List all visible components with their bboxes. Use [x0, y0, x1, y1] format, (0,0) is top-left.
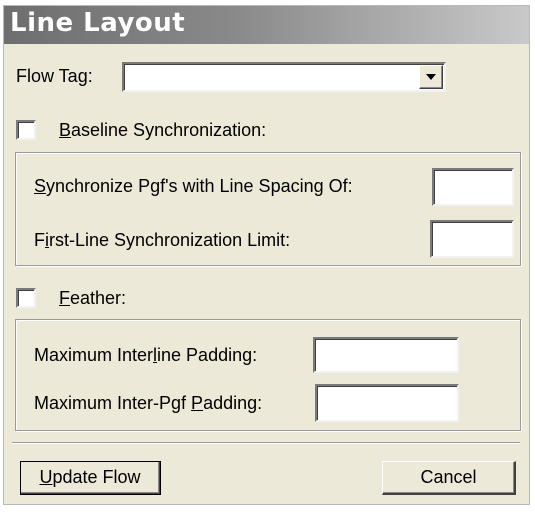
- inter-pgf-padding-input[interactable]: [315, 384, 459, 422]
- flow-tag-dropdown[interactable]: [122, 62, 446, 92]
- inter-pgf-padding-label: Maximum Inter-Pgf Padding:: [34, 393, 263, 413]
- line-layout-dialog: Line Layout Flow Tag: Baseline Synchroni…: [3, 5, 530, 505]
- chevron-down-icon: [426, 74, 436, 80]
- baseline-sync-checkbox[interactable]: [16, 120, 36, 140]
- feather-checkbox[interactable]: [16, 288, 36, 308]
- baseline-sync-label[interactable]: Baseline Synchronization:: [59, 120, 266, 141]
- flow-tag-label: Flow Tag:: [16, 66, 93, 86]
- interline-padding-input[interactable]: [313, 337, 459, 373]
- update-flow-button[interactable]: Update Flow: [20, 461, 161, 495]
- feather-label[interactable]: Feather:: [59, 288, 126, 309]
- baseline-sync-group: Synchronize Pgf's with Line Spacing Of: …: [15, 152, 521, 266]
- sync-spacing-input[interactable]: [432, 168, 514, 206]
- first-line-limit-label: First-Line Synchronization Limit:: [34, 230, 291, 250]
- first-line-limit-input[interactable]: [430, 220, 514, 258]
- sync-spacing-label: Synchronize Pgf's with Line Spacing Of:: [34, 176, 353, 196]
- dialog-title: Line Layout: [10, 8, 186, 38]
- dropdown-arrow-button[interactable]: [419, 65, 443, 89]
- interline-padding-label: Maximum Interline Padding:: [34, 345, 258, 365]
- button-separator: [12, 442, 520, 444]
- cancel-button[interactable]: Cancel: [382, 461, 516, 495]
- feather-group: Maximum Interline Padding: Maximum Inter…: [15, 319, 521, 431]
- title-bar: Line Layout: [4, 6, 529, 44]
